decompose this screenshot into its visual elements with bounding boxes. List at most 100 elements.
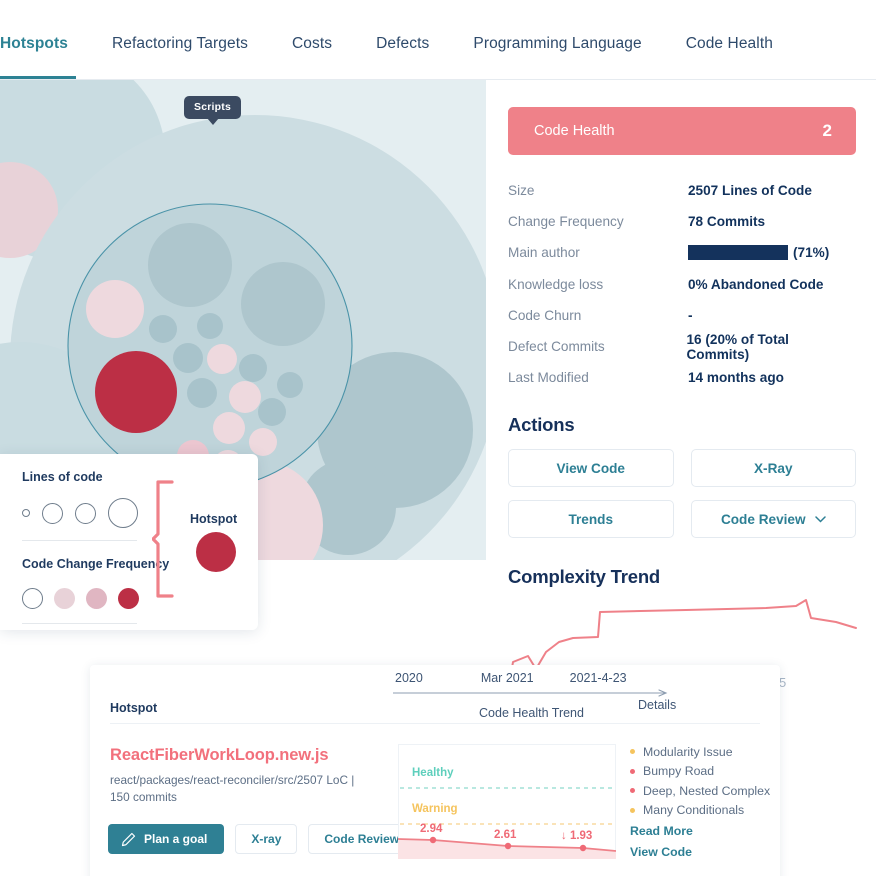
map-tooltip: Scripts [184, 96, 241, 125]
tab-programming-language[interactable]: Programming Language [473, 35, 641, 79]
view-code-button[interactable]: View Code [508, 449, 674, 488]
detail-bullet-icon [630, 749, 635, 755]
mini-chart-point [504, 842, 512, 850]
main-author-bar [688, 245, 788, 261]
detail-item: Modularity Issue [630, 742, 780, 762]
tab-costs[interactable]: Costs [292, 35, 332, 79]
map-circle-file[interactable] [187, 378, 217, 408]
metric-value: - [688, 307, 693, 323]
map-circle-file[interactable] [213, 412, 245, 444]
map-circle-file[interactable] [229, 381, 261, 413]
metric-key: Knowledge loss [508, 276, 604, 292]
map-circle-file[interactable] [239, 354, 267, 382]
map-circle-file[interactable] [148, 223, 232, 307]
table-header: Hotspot 2020 Mar 2021 2021-4-23 Code Hea… [90, 665, 780, 723]
read-more-link[interactable]: Read More [630, 820, 780, 841]
map-circle-file[interactable] [86, 280, 144, 338]
metric-row: Code Churn - [508, 300, 854, 331]
view-code-label: View Code [556, 460, 626, 476]
x-ray-label: X-Ray [753, 460, 793, 476]
background-ghost-number: 5 [779, 675, 787, 690]
detail-item: Deep, Nested Complex [630, 781, 780, 801]
map-circle-file[interactable] [277, 372, 303, 398]
code-health-banner: Code Health 2 [508, 107, 856, 155]
warning-threshold-label: Warning [412, 803, 458, 815]
metrics-list: Size 2507 Lines of Code Change Frequency… [508, 175, 854, 393]
metric-row: Change Frequency 78 Commits [508, 206, 854, 237]
hotspot-filename-link[interactable]: ReactFiberWorkLoop.new.js [110, 746, 329, 765]
legend-size-circle-s [42, 502, 63, 524]
metric-value-wrap: (71%) [688, 245, 830, 261]
x-ray-button[interactable]: X-Ray [690, 449, 856, 488]
actions-grid: View Code X-Ray Trends Code Review [508, 449, 856, 539]
mini-chart-point [579, 844, 587, 852]
mini-chart-point-label-0: 2.94 [420, 823, 443, 835]
hotspot-file-meta: react/packages/react-reconciler/src/2507… [110, 773, 355, 805]
pencil-icon [121, 832, 136, 846]
tab-refactoring-targets[interactable]: Refactoring Targets [112, 35, 248, 79]
axis-tick-labels: 2020 Mar 2021 2021-4-23 [393, 671, 693, 685]
legend-hotspot-label: Hotspot [190, 512, 238, 526]
mini-chart-point-label-1: 2.61 [494, 829, 517, 841]
view-code-link[interactable]: View Code [630, 841, 780, 862]
detail-item-label: Bumpy Road [643, 764, 715, 779]
map-circle-file[interactable] [197, 313, 223, 339]
plan-a-goal-button[interactable]: Plan a goal [108, 824, 225, 854]
legend-divider-top [22, 540, 137, 541]
row-code-review-label: Code Review [324, 832, 400, 846]
map-tooltip-label: Scripts [194, 101, 231, 113]
legend-size-circle-l [108, 498, 138, 528]
map-circle-file[interactable] [249, 428, 277, 456]
detail-item: Bumpy Road [630, 762, 780, 782]
detail-bullet-icon [630, 768, 635, 774]
detail-bullet-icon [630, 807, 635, 813]
plan-a-goal-label: Plan a goal [144, 832, 208, 846]
code-review-dropdown-button[interactable]: Code Review [690, 500, 856, 539]
main-author-percent: (71%) [793, 245, 830, 261]
tab-defects[interactable]: Defects [376, 35, 429, 79]
metric-value: 0% Abandoned Code [688, 276, 824, 292]
legend-size-circle-xs [22, 509, 30, 517]
map-circle-file[interactable] [207, 344, 237, 374]
axis-tick-1: Mar 2021 [480, 671, 534, 685]
row-x-ray-button[interactable]: X-ray [235, 824, 298, 854]
axis-tick-2: 2021-4-23 [569, 671, 627, 685]
map-circle-file[interactable] [173, 343, 203, 373]
detail-item: Many Conditionals [630, 801, 780, 821]
row-x-ray-label: X-ray [251, 832, 282, 846]
metric-value: 14 months ago [688, 370, 784, 386]
metric-value: 78 Commits [688, 214, 766, 230]
legend-bracket-icon [152, 480, 174, 598]
legend-freq-swatch-2 [86, 587, 107, 609]
column-header-details: Details [638, 698, 677, 712]
metric-key: Change Frequency [508, 214, 624, 230]
axis-tick-0: 2020 [395, 671, 423, 685]
legend-divider-bottom [22, 623, 137, 624]
legend-freq-swatch-3 [118, 587, 139, 609]
code-health-label: Code Health [534, 123, 615, 139]
legend-freq-swatch-0 [22, 587, 43, 609]
metric-value: 2507 Lines of Code [688, 183, 812, 199]
metric-row-main-author: Main author (71%) [508, 237, 854, 268]
map-circle-file[interactable] [149, 315, 177, 343]
map-circle-file[interactable] [241, 262, 325, 346]
code-health-score: 2 [822, 121, 832, 140]
metric-key: Code Churn [508, 307, 582, 323]
code-health-trend-mini-chart[interactable]: Healthy Warning 2.94 2.61 ↓ 1.93 [398, 744, 616, 859]
tab-hotspots[interactable]: Hotspots [0, 35, 76, 79]
trends-button[interactable]: Trends [508, 500, 674, 539]
detail-bullet-icon [630, 788, 635, 794]
metric-row: Defect Commits 16 (20% of Total Commits) [508, 331, 854, 362]
tab-code-health[interactable]: Code Health [686, 35, 773, 79]
column-header-code-health-trend: Code Health Trend [479, 706, 584, 720]
legend-hotspot-dot [196, 532, 236, 572]
mini-chart-point [429, 836, 437, 844]
detail-item-label: Many Conditionals [643, 803, 745, 818]
map-circle-file[interactable] [258, 398, 286, 426]
hotspot-table-panel: Hotspot 2020 Mar 2021 2021-4-23 Code Hea… [90, 665, 780, 876]
legend-freq-swatch-1 [54, 587, 75, 609]
metric-key: Size [508, 183, 535, 199]
mini-chart-point-label-2: ↓ 1.93 [561, 830, 592, 842]
map-circle-hotspot-selected[interactable] [95, 351, 177, 433]
detail-panel: Code Health 2 Size 2507 Lines of Code Ch… [486, 80, 876, 699]
